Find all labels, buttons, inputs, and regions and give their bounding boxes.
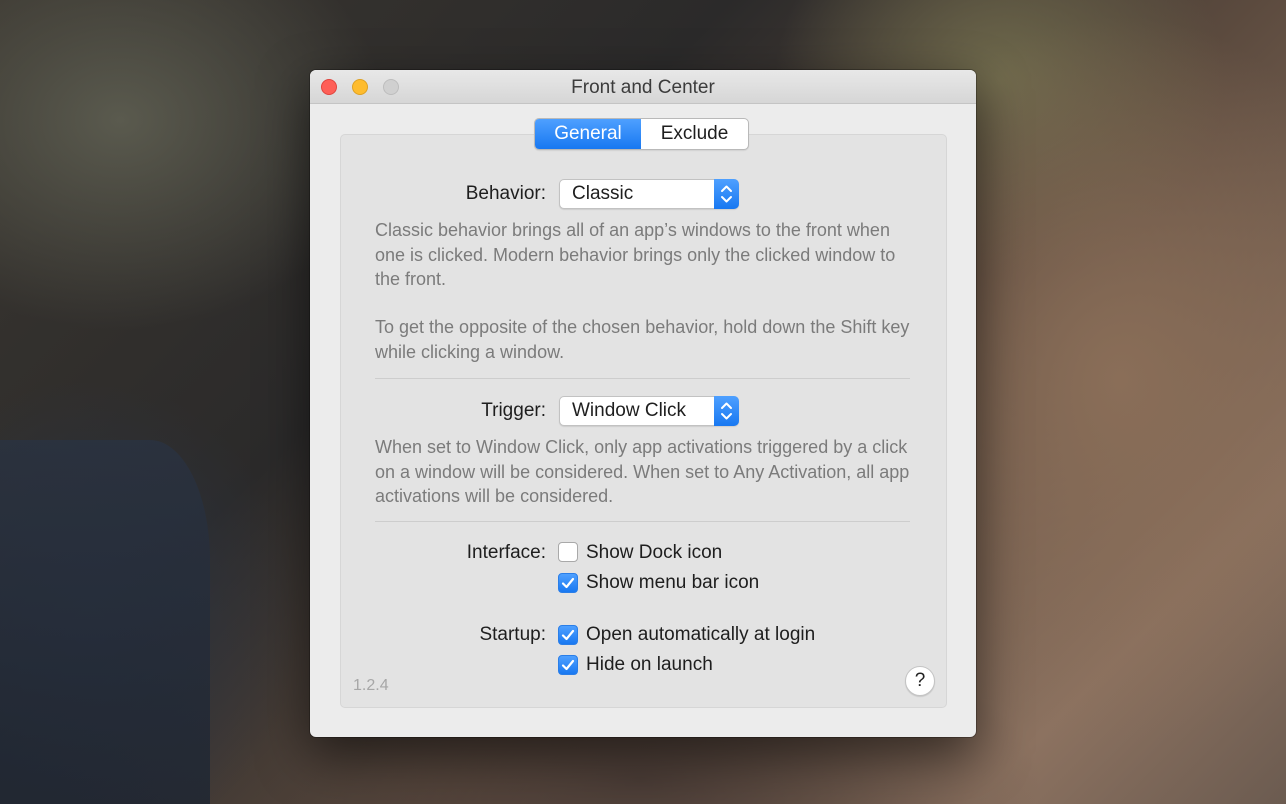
- hide-on-launch-checkbox[interactable]: [558, 655, 578, 675]
- trigger-popup[interactable]: Window Click: [559, 396, 739, 426]
- open-at-login-label[interactable]: Open automatically at login: [586, 624, 815, 646]
- chevron-updown-icon: [714, 396, 739, 426]
- wallpaper: [0, 440, 210, 804]
- behavior-popup[interactable]: Classic: [559, 179, 739, 209]
- checkmark-icon: [561, 629, 575, 641]
- show-dock-icon-label[interactable]: Show Dock icon: [586, 542, 722, 564]
- show-menu-bar-icon-label[interactable]: Show menu bar icon: [586, 572, 759, 594]
- window-title: Front and Center: [571, 77, 715, 98]
- separator: [375, 521, 910, 522]
- separator: [375, 378, 910, 379]
- show-menu-bar-icon-checkbox[interactable]: [558, 573, 578, 593]
- interface-label: Interface:: [466, 542, 546, 563]
- show-dock-icon-checkbox[interactable]: [558, 542, 578, 562]
- chevron-updown-icon: [714, 179, 739, 209]
- tab-exclude[interactable]: Exclude: [641, 119, 748, 149]
- open-at-login-checkbox[interactable]: [558, 625, 578, 645]
- checkmark-icon: [561, 577, 575, 589]
- trigger-description: When set to Window Click, only app activ…: [375, 437, 910, 506]
- title-bar[interactable]: Front and Center: [310, 70, 976, 104]
- behavior-value: Classic: [572, 183, 634, 204]
- help-button[interactable]: ?: [905, 666, 935, 696]
- version-label: 1.2.4: [353, 677, 389, 694]
- tab-general[interactable]: General: [535, 119, 641, 149]
- checkmark-icon: [561, 659, 575, 671]
- tab-bar: General Exclude: [534, 118, 749, 150]
- behavior-description: Classic behavior brings all of an app’s …: [375, 220, 896, 289]
- startup-label: Startup:: [479, 624, 546, 645]
- behavior-modifier-hint: To get the opposite of the chosen behavi…: [375, 317, 910, 362]
- trigger-value: Window Click: [572, 400, 687, 421]
- hide-on-launch-label[interactable]: Hide on launch: [586, 654, 713, 676]
- behavior-label: Behavior:: [465, 183, 546, 204]
- trigger-label: Trigger:: [481, 400, 546, 421]
